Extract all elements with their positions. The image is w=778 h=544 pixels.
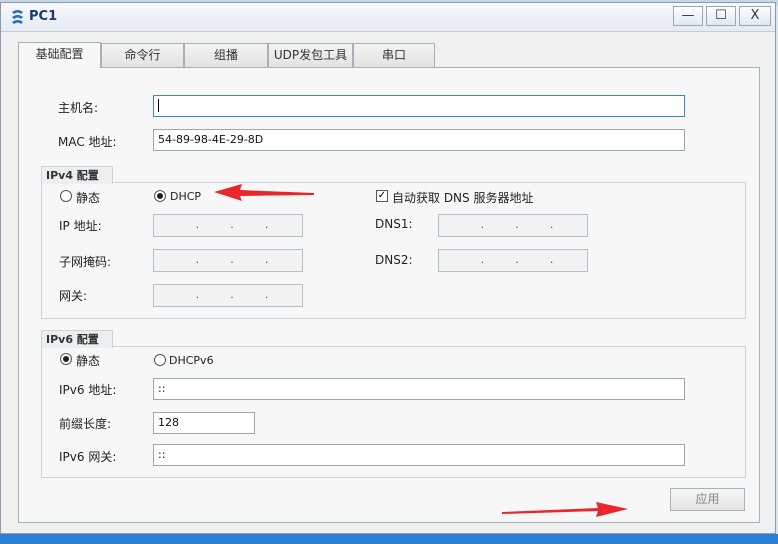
taskbar: [0, 534, 778, 544]
ipv6-dhcpv6-label: DHCPv6: [169, 354, 214, 367]
prefix-length-field[interactable]: 128: [153, 412, 255, 434]
ipv4-dhcp-radio[interactable]: [154, 190, 166, 202]
ip-octet-separators: ...: [195, 253, 269, 266]
apply-button[interactable]: 应用: [670, 488, 745, 511]
ip-octet-separators: ...: [480, 218, 554, 231]
dns1-label: DNS1:: [375, 217, 413, 231]
subnet-mask-label: 子网掩码:: [59, 255, 112, 269]
ipv6-dhcpv6-radio[interactable]: [154, 354, 166, 366]
app-icon: [12, 10, 23, 24]
ip-octet-separators: ...: [195, 288, 269, 301]
close-icon: X: [750, 8, 760, 23]
ip-octet-separators: ...: [195, 218, 269, 231]
tab-label: UDP发包工具: [273, 48, 348, 62]
tab-multicast[interactable]: 组播: [184, 43, 268, 67]
dns2-label: DNS2:: [375, 253, 413, 267]
tab-udp-tool[interactable]: UDP发包工具: [268, 43, 353, 67]
auto-dns-checkbox[interactable]: ✓: [376, 190, 388, 202]
ipv6-gateway-label: IPv6 网关:: [59, 450, 117, 464]
tab-basic-config[interactable]: 基础配置: [18, 42, 101, 68]
prefix-length-label: 前缀长度:: [59, 417, 112, 431]
auto-dns-label: 自动获取 DNS 服务器地址: [392, 191, 534, 205]
text-caret: [158, 98, 159, 112]
dns2-field[interactable]: ...: [438, 249, 588, 272]
subnet-mask-field[interactable]: ...: [153, 249, 303, 272]
tab-command-line[interactable]: 命令行: [101, 43, 184, 67]
tab-label: 组播: [213, 48, 238, 62]
ip-address-field[interactable]: ...: [153, 214, 303, 237]
maximize-button[interactable]: ☐: [706, 6, 736, 26]
ip-octet-separators: ...: [480, 253, 554, 266]
ipv6-gateway-field[interactable]: ::: [153, 444, 685, 466]
close-button[interactable]: X: [739, 6, 771, 26]
tab-label: 基础配置: [35, 47, 84, 61]
annotation-arrow-dhcp: [214, 184, 314, 201]
ipv4-section-label: IPv4 配置: [41, 166, 113, 184]
mac-label: MAC 地址:: [58, 135, 117, 149]
title-bar[interactable]: PC1 — ☐ X: [1, 3, 775, 32]
ipv6-address-value: ::: [158, 382, 166, 395]
tab-label: 命令行: [124, 48, 161, 62]
dns1-field[interactable]: ...: [438, 214, 588, 237]
mac-value: 54-89-98-4E-29-8D: [158, 133, 264, 146]
apply-label: 应用: [695, 492, 720, 506]
hostname-label: 主机名:: [58, 101, 99, 115]
gateway-label: 网关:: [59, 289, 88, 303]
ipv6-static-radio[interactable]: [60, 353, 72, 365]
gateway-field[interactable]: ...: [153, 284, 303, 307]
annotation-arrow-apply: [502, 502, 628, 517]
ipv6-section-label: IPv6 配置: [41, 330, 113, 348]
ipv6-address-field[interactable]: ::: [153, 378, 685, 400]
ipv4-static-label: 静态: [76, 191, 101, 205]
pc1-config-window: PC1 — ☐ X 基础配置 命令行 组播 UDP发包工具 串口 主机名: MA…: [0, 2, 776, 534]
minimize-icon: —: [681, 8, 695, 23]
ipv4-dhcp-label: DHCP: [170, 190, 202, 203]
maximize-icon: ☐: [715, 8, 727, 23]
minimize-button[interactable]: —: [673, 6, 703, 26]
ip-address-label: IP 地址:: [59, 219, 102, 233]
hostname-input[interactable]: [153, 95, 685, 117]
ipv6-address-label: IPv6 地址:: [59, 383, 117, 397]
ipv6-static-label: 静态: [76, 354, 101, 368]
mac-field[interactable]: 54-89-98-4E-29-8D: [153, 129, 685, 151]
prefix-length-value: 128: [158, 416, 179, 429]
ipv4-static-radio[interactable]: [60, 190, 72, 202]
tab-label: 串口: [381, 48, 406, 62]
window-title: PC1: [29, 9, 58, 24]
ipv6-gateway-value: ::: [158, 448, 166, 461]
tab-serial[interactable]: 串口: [353, 43, 435, 67]
